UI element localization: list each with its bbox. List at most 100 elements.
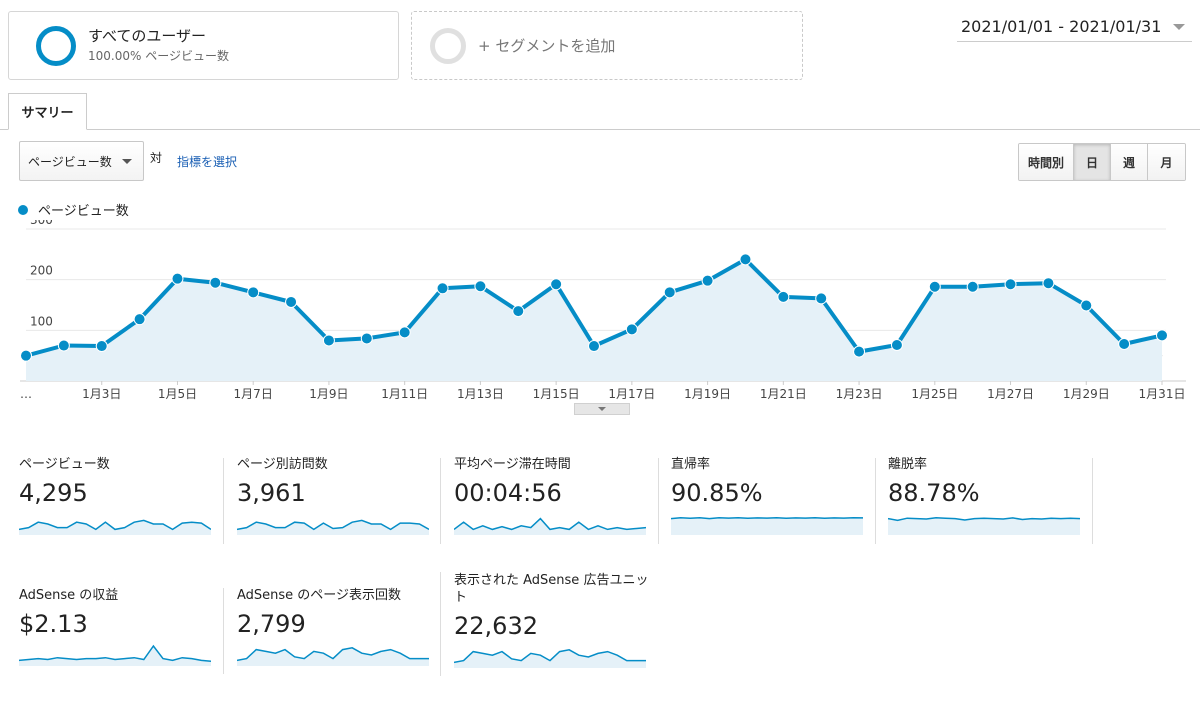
metric-label: 離脱率 xyxy=(888,457,928,472)
data-point[interactable] xyxy=(777,290,790,303)
date-range-text: 2021/01/01 - 2021/01/31 xyxy=(961,17,1162,36)
metric-scorecard[interactable]: AdSense のページ表示回数 2,799 xyxy=(237,587,437,666)
chart-legend: ページビュー数 xyxy=(18,200,129,219)
data-point[interactable] xyxy=(133,313,146,326)
chart-collapse-toggle[interactable] xyxy=(574,403,630,415)
data-point[interactable] xyxy=(1042,277,1055,290)
sparkline-area xyxy=(888,517,1080,535)
metric-label: AdSense のページ表示回数 xyxy=(237,588,402,603)
metric-sparkline xyxy=(237,519,429,535)
date-range-picker[interactable]: 2021/01/01 - 2021/01/31 xyxy=(957,12,1192,42)
metric-sparkline xyxy=(888,516,1080,535)
choose-metric-link[interactable]: 指標を選択 xyxy=(177,153,237,170)
data-point[interactable] xyxy=(890,339,903,352)
metric-label: ページ別訪問数 xyxy=(237,457,328,472)
metric-select[interactable]: ページビュー数 xyxy=(19,141,144,181)
metric-label: 平均ページ滞在時間 xyxy=(454,457,571,472)
segment-title: すべてのユーザー xyxy=(88,27,207,45)
scorecard-divider xyxy=(875,458,876,544)
metric-value: 2,799 xyxy=(237,610,306,638)
metric-scorecard[interactable]: 離脱率 88.78% xyxy=(888,456,1088,535)
y-tick-label: 300 xyxy=(30,220,53,227)
caret-down-icon xyxy=(598,407,606,411)
metric-sparkline xyxy=(671,516,863,535)
data-point[interactable] xyxy=(1118,338,1131,351)
data-point[interactable] xyxy=(247,286,260,299)
metric-scorecard[interactable]: 表示された AdSense 広告ユニット 22,632 xyxy=(454,572,654,668)
granularity-day-button[interactable]: 日 xyxy=(1074,144,1111,180)
metric-label: 表示された AdSense 広告ユニット xyxy=(454,573,649,605)
metric-sparkline xyxy=(454,517,646,535)
data-point[interactable] xyxy=(625,323,638,336)
sparkline-area xyxy=(237,647,429,666)
y-tick-label: 100 xyxy=(30,314,53,328)
segment-subtitle: 100.00% ページビュー数 xyxy=(88,49,229,63)
data-point[interactable] xyxy=(398,326,411,339)
metric-label: AdSense の収益 xyxy=(19,588,119,603)
x-tick-label: 1月29日 xyxy=(1063,387,1110,401)
x-tick-label: 1月11日 xyxy=(381,387,428,401)
data-point[interactable] xyxy=(512,305,525,318)
tab-summary[interactable]: サマリー xyxy=(8,93,87,130)
segment-all-users[interactable]: すべてのユーザー 100.00% ページビュー数 xyxy=(8,11,399,80)
metric-value: $2.13 xyxy=(19,610,88,638)
add-segment-button[interactable]: + セグメントを追加 xyxy=(411,11,803,80)
data-point[interactable] xyxy=(1004,278,1017,291)
data-point[interactable] xyxy=(95,340,108,353)
data-point[interactable] xyxy=(928,280,941,293)
metric-scorecard[interactable]: ページ別訪問数 3,961 xyxy=(237,456,437,535)
data-point[interactable] xyxy=(1156,329,1168,342)
data-point[interactable] xyxy=(966,280,979,293)
sparkline-area xyxy=(19,646,211,666)
metric-scorecard[interactable]: AdSense の収益 $2.13 xyxy=(19,587,219,666)
data-point[interactable] xyxy=(588,340,600,353)
metric-scorecard[interactable]: 平均ページ滞在時間 00:04:56 xyxy=(454,456,654,535)
data-point[interactable] xyxy=(701,274,714,287)
metric-scorecard[interactable]: ページビュー数 4,295 xyxy=(19,456,219,535)
data-point[interactable] xyxy=(436,282,449,295)
data-point[interactable] xyxy=(815,292,828,305)
scorecard-divider xyxy=(223,588,224,674)
data-point[interactable] xyxy=(285,295,298,308)
data-point[interactable] xyxy=(663,286,676,299)
scorecard-divider xyxy=(440,458,441,544)
data-point[interactable] xyxy=(739,253,752,266)
pageviews-line-chart: 100 200 300 … 1月3日 1月5日 1月7日 1月9日 1月11日 1月13日 1月15… xyxy=(20,220,1186,401)
data-point[interactable] xyxy=(57,339,70,352)
data-point[interactable] xyxy=(171,272,184,285)
x-tick-label: 1月5日 xyxy=(158,387,197,401)
x-tick-label: 1月25日 xyxy=(911,387,958,401)
granularity-toggle: 時間別 日 週 月 xyxy=(1018,143,1186,181)
data-point[interactable] xyxy=(209,276,222,289)
metric-sparkline xyxy=(19,519,211,535)
add-segment-label: + セグメントを追加 xyxy=(478,37,616,55)
x-tick-label: … xyxy=(20,387,32,401)
metric-sparkline xyxy=(19,644,211,666)
x-tick-label: 1月31日 xyxy=(1139,387,1186,401)
scorecard-divider xyxy=(440,572,441,676)
metric-sparkline xyxy=(237,647,429,666)
data-point[interactable] xyxy=(322,334,335,347)
scorecard-divider xyxy=(223,458,224,544)
x-tick-label: 1月21日 xyxy=(760,387,807,401)
data-point[interactable] xyxy=(550,278,563,291)
data-point[interactable] xyxy=(20,349,32,362)
metric-scorecard[interactable]: 直帰率 90.85% xyxy=(671,456,871,535)
metric-value: 00:04:56 xyxy=(454,479,562,507)
data-point[interactable] xyxy=(360,332,373,345)
sparkline-area xyxy=(454,649,646,668)
x-tick-label: 1月7日 xyxy=(234,387,273,401)
metric-value: 88.78% xyxy=(888,479,980,507)
granularity-week-button[interactable]: 週 xyxy=(1111,144,1148,180)
scorecard-divider xyxy=(1092,458,1093,544)
x-tick-label: 1月9日 xyxy=(309,387,348,401)
data-point[interactable] xyxy=(1080,299,1093,312)
granularity-month-button[interactable]: 月 xyxy=(1148,144,1185,180)
metric-sparkline xyxy=(454,649,646,668)
segment-placeholder-icon xyxy=(430,27,466,64)
data-point[interactable] xyxy=(474,280,487,293)
legend-label: ページビュー数 xyxy=(38,204,129,219)
granularity-hourly-button[interactable]: 時間別 xyxy=(1019,144,1074,180)
data-point[interactable] xyxy=(853,345,866,358)
x-tick-label: 1月3日 xyxy=(82,387,121,401)
